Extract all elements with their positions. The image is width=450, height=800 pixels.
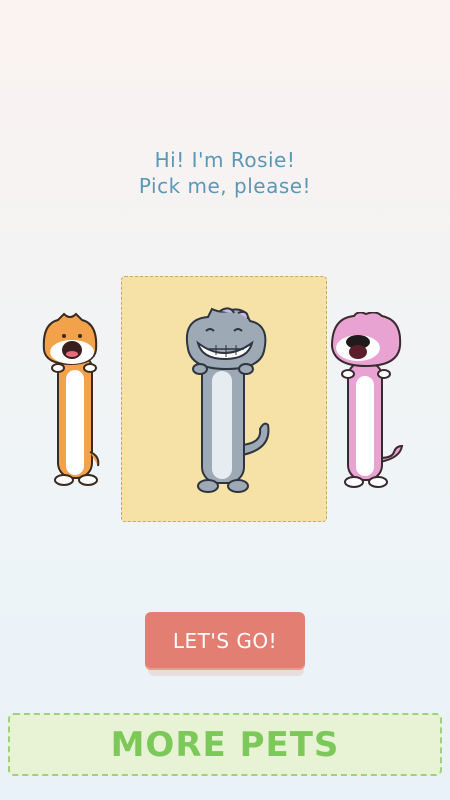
greeting-text: Hi! I'm Rosie! Pick me, please! <box>0 147 450 199</box>
lets-go-button[interactable]: LET'S GO! <box>145 612 305 670</box>
orange-long-cat-icon[interactable] <box>36 310 110 490</box>
pink-long-cat-icon[interactable] <box>328 312 408 488</box>
gray-long-cat-icon[interactable] <box>180 305 290 495</box>
greeting-line-2: Pick me, please! <box>138 174 312 198</box>
more-pets-button[interactable]: MORE PETS <box>8 713 442 776</box>
greeting-line-1: Hi! I'm Rosie! <box>154 148 296 172</box>
